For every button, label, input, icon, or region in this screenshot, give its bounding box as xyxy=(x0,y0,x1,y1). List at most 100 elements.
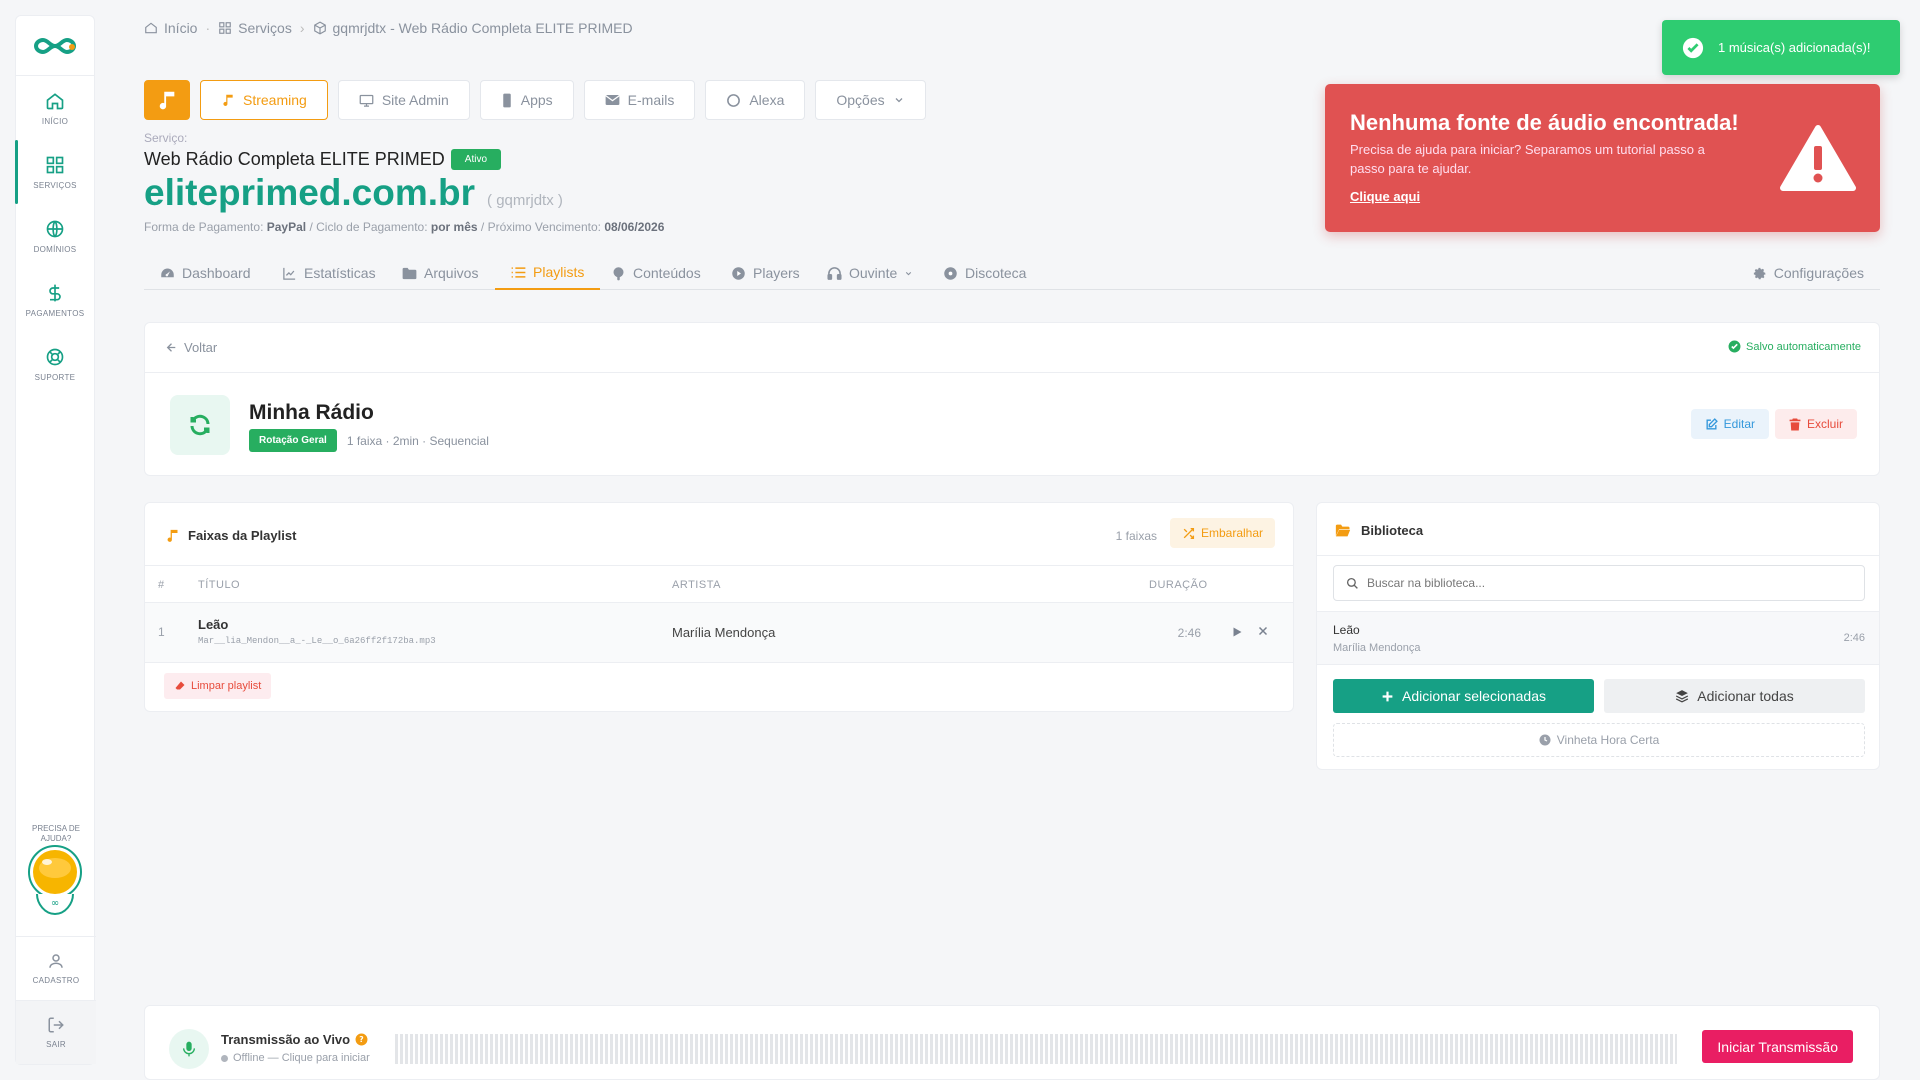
library-card: Biblioteca Leão Marília Mendonça 2:46 Ad… xyxy=(1316,502,1880,770)
col-title: TÍTULO xyxy=(198,579,241,591)
tab-conteudos[interactable]: Conteúdos xyxy=(595,256,717,290)
live-status-label: Offline — Clique para iniciar xyxy=(233,1052,370,1064)
service-info: Serviço: Web Rádio Completa ELITE PRIMED… xyxy=(144,131,664,234)
chart-line-icon xyxy=(283,267,296,280)
tab-discoteca[interactable]: Discoteca xyxy=(927,256,1042,290)
trash-icon xyxy=(1789,418,1801,430)
envelope-icon xyxy=(604,95,620,105)
sidebar-item-inicio[interactable]: INÍCIO xyxy=(16,76,94,140)
mic-button[interactable] xyxy=(169,1029,209,1069)
service-domain[interactable]: eliteprimed.com.br xyxy=(144,172,475,214)
tab-ouvinte[interactable]: Ouvinte xyxy=(811,256,929,290)
warning-icon-wrap xyxy=(1780,124,1856,192)
folder-icon xyxy=(402,267,417,279)
user-icon xyxy=(49,954,63,968)
service-name: Web Rádio Completa ELITE PRIMED xyxy=(144,149,445,169)
headphones-icon xyxy=(827,266,842,280)
sidebar-item-label: SERVIÇOS xyxy=(33,180,77,190)
play-icon xyxy=(1233,627,1242,637)
breadcrumb-current-label: gqmrjdtx - Web Rádio Completa ELITE PRIM… xyxy=(332,20,633,36)
vinheta-hora-certa-button[interactable]: Vinheta Hora Certa xyxy=(1333,723,1865,757)
shuffle-button[interactable]: Embaralhar xyxy=(1169,518,1275,548)
add-selected-label: Adicionar selecionadas xyxy=(1402,688,1546,704)
payment-method: PayPal xyxy=(266,220,307,234)
playlist-name: Minha Rádio xyxy=(249,401,374,424)
music-button[interactable] xyxy=(144,80,190,120)
alexa-button[interactable]: Alexa xyxy=(705,80,806,120)
tab-label: Dashboard xyxy=(182,265,251,281)
sidebar-item-pagamentos[interactable]: PAGAMENTOS xyxy=(16,268,94,332)
autosave-label: Salvo automaticamente xyxy=(1746,340,1861,353)
add-all-button[interactable]: Adicionar todas xyxy=(1604,679,1865,713)
opcoes-dropdown[interactable]: Opções xyxy=(815,80,926,120)
sidebar-item-cadastro[interactable]: CADASTRO xyxy=(16,936,96,1000)
check-circle-icon xyxy=(1728,340,1741,353)
sidebar-item-servicos[interactable]: SERVIÇOS xyxy=(15,140,94,204)
logo[interactable] xyxy=(16,16,94,76)
breadcrumb: Início · Serviços › gqmrjdtx - Web Rádio… xyxy=(144,20,633,36)
music-note-icon xyxy=(159,91,175,110)
list-item[interactable]: Leão Marília Mendonça 2:46 xyxy=(1317,611,1879,665)
check-circle-icon xyxy=(1682,37,1704,58)
help-circle-icon[interactable]: ? xyxy=(355,1033,368,1046)
clear-playlist-button[interactable]: Limpar playlist xyxy=(164,673,272,699)
success-toast: 1 música(s) adicionada(s)! xyxy=(1662,20,1900,75)
add-selected-button[interactable]: Adicionar selecionadas xyxy=(1333,679,1594,713)
sync-icon xyxy=(190,414,210,436)
podcast-icon xyxy=(613,266,624,280)
tab-players[interactable]: Players xyxy=(715,256,816,290)
breadcrumb-services[interactable]: Serviços xyxy=(218,20,292,36)
col-duration: DURAÇÃO xyxy=(1149,579,1208,591)
streaming-label: Streaming xyxy=(243,92,307,108)
music-note-icon xyxy=(223,94,233,106)
play-track-button[interactable] xyxy=(1231,626,1243,638)
start-transmission-button[interactable]: Iniciar Transmissão xyxy=(1702,1030,1853,1063)
warning-triangle-icon xyxy=(1780,125,1856,191)
remove-track-button[interactable] xyxy=(1257,625,1269,637)
close-icon xyxy=(1258,626,1268,636)
emails-button[interactable]: E-mails xyxy=(583,80,696,120)
playlist-icon-box xyxy=(170,395,230,455)
tab-label: Discoteca xyxy=(965,265,1027,281)
tab-dashboard[interactable]: Dashboard xyxy=(144,256,267,290)
no-audio-source-alert: Nenhuma fonte de áudio encontrada! Preci… xyxy=(1325,84,1880,232)
delete-label: Excluir xyxy=(1806,417,1843,431)
playlist-summary: 1 faixa · 2min · Sequencial xyxy=(346,433,489,448)
sidebar-item-dominios[interactable]: DOMÍNIOS xyxy=(16,204,94,268)
edit-button[interactable]: Editar xyxy=(1690,409,1769,439)
back-button[interactable]: Voltar xyxy=(165,340,217,355)
payment-method-label: Forma de Pagamento: xyxy=(144,220,264,234)
audio-waveform xyxy=(395,1034,1677,1064)
tab-arquivos[interactable]: Arquivos xyxy=(386,256,494,290)
mascot-avatar[interactable]: ∞ xyxy=(27,844,83,916)
sidebar-item-label: PAGAMENTOS xyxy=(25,308,85,318)
track-filename: Mar__lia_Mendon__a_-_Le__o_6a26ff2f172ba… xyxy=(198,636,436,646)
dollar-icon xyxy=(49,284,61,301)
edit-label: Editar xyxy=(1723,417,1755,431)
search-icon xyxy=(1346,577,1358,589)
table-row[interactable]: 1 Leão Mar__lia_Mendon__a_-_Le__o_6a26ff… xyxy=(145,603,1293,663)
site-admin-button[interactable]: Site Admin xyxy=(337,80,470,120)
sidebar-item-suporte[interactable]: SUPORTE xyxy=(16,332,94,396)
tab-playlists[interactable]: Playlists xyxy=(495,256,601,290)
lifebuoy-icon xyxy=(46,348,64,365)
toast-message: 1 música(s) adicionada(s)! xyxy=(1718,40,1871,55)
logout-icon xyxy=(48,1017,64,1033)
playlist-header-card: Voltar Salvo automaticamente Minha Rádio… xyxy=(144,322,1880,476)
library-search-input[interactable] xyxy=(1367,576,1852,590)
breadcrumb-home-label: Início xyxy=(164,20,198,36)
service-label: Serviço: xyxy=(144,131,188,145)
chevron-down-icon xyxy=(895,98,903,103)
tab-configuracoes[interactable]: Configurações xyxy=(1736,256,1880,290)
streaming-button[interactable]: Streaming xyxy=(200,80,328,120)
breadcrumb-home[interactable]: Início xyxy=(144,20,197,36)
apps-label: Apps xyxy=(520,92,553,108)
sidebar-item-sair[interactable]: SAIR xyxy=(16,1000,96,1064)
grid-icon xyxy=(46,156,64,173)
next-due-date: 08/06/2026 xyxy=(604,220,665,234)
alert-link[interactable]: Clique aqui xyxy=(1350,189,1420,204)
service-topnav: Streaming Site Admin Apps E-mails Alexa … xyxy=(144,80,926,120)
apps-button[interactable]: Apps xyxy=(479,80,574,120)
tab-estatisticas[interactable]: Estatísticas xyxy=(266,256,392,290)
delete-button[interactable]: Excluir xyxy=(1774,409,1857,439)
